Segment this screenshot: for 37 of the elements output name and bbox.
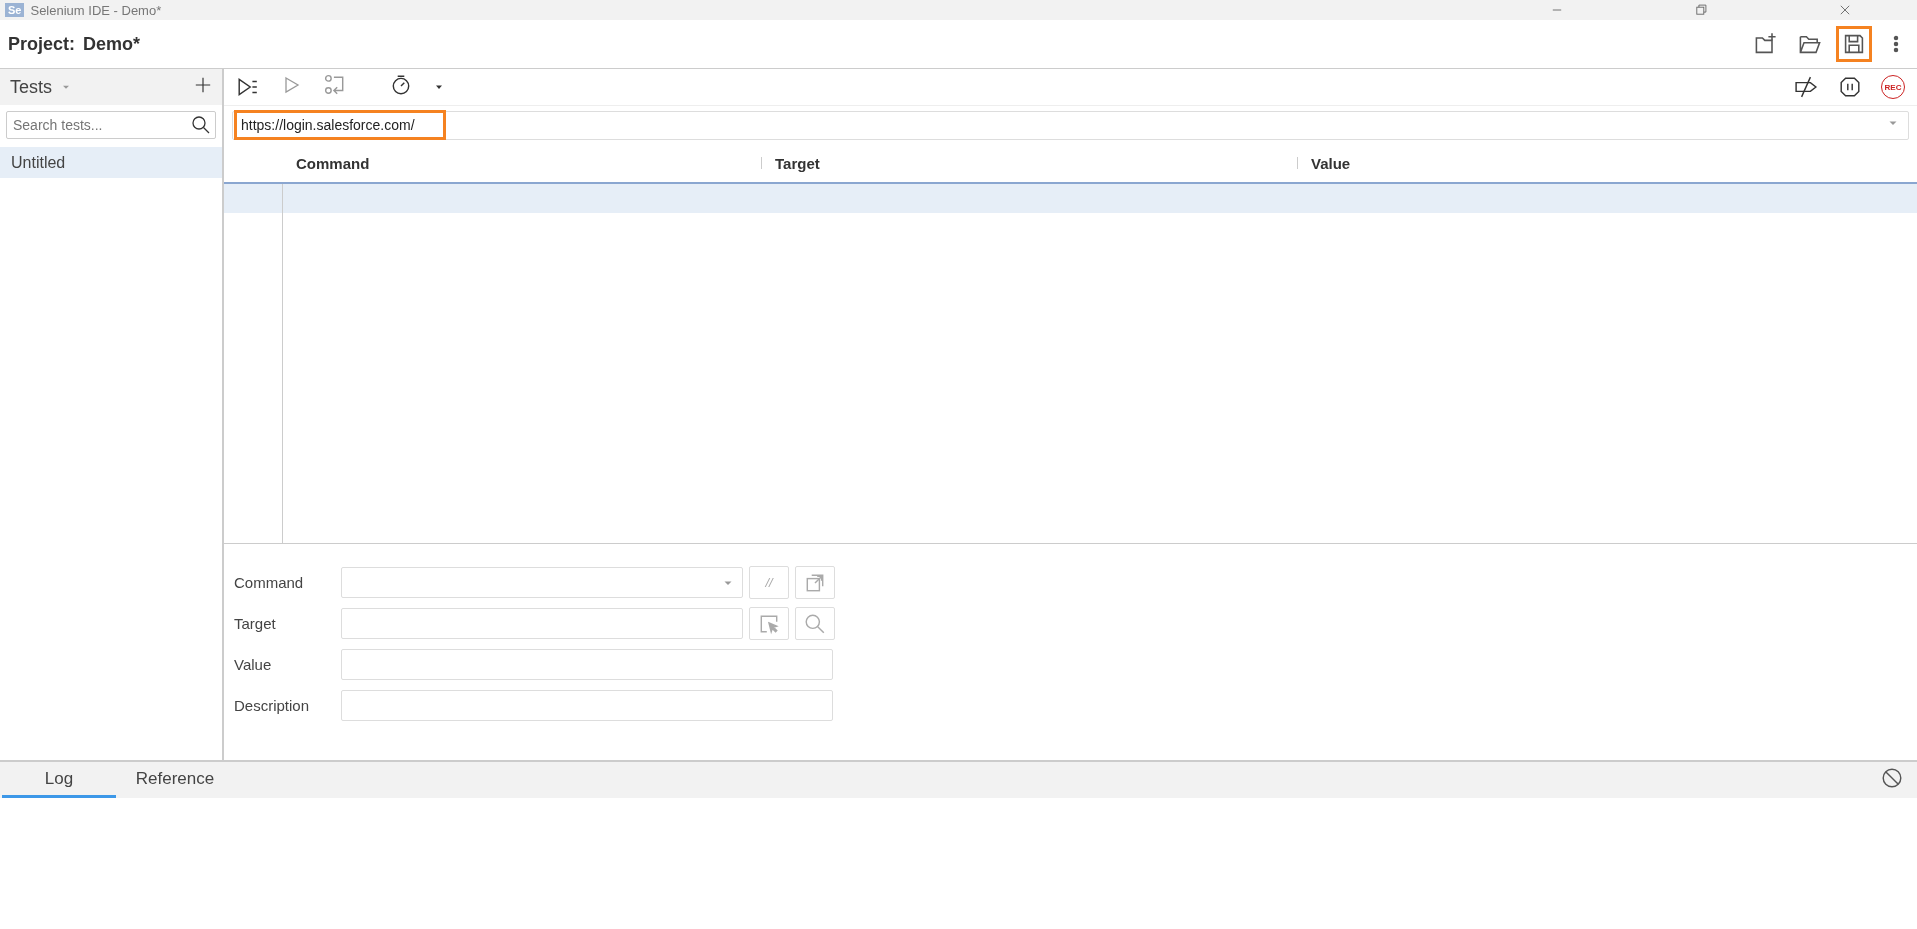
folder-plus-icon xyxy=(1754,32,1778,56)
test-item[interactable]: Untitled xyxy=(0,147,222,178)
project-name[interactable]: Demo* xyxy=(83,33,141,55)
column-header[interactable]: Value xyxy=(1311,154,1351,172)
project-label: Project: xyxy=(8,33,76,55)
step-icon[interactable] xyxy=(324,74,346,96)
app-logo: Se xyxy=(5,3,25,17)
timer-icon[interactable] xyxy=(390,74,412,96)
search-field[interactable]: Search tests... xyxy=(6,111,216,139)
field-label: Target xyxy=(234,615,277,632)
search-icon xyxy=(191,115,211,135)
record-button[interactable]: REC xyxy=(1881,75,1905,99)
save-button[interactable] xyxy=(1839,29,1869,59)
input-field[interactable] xyxy=(341,690,833,721)
find-button[interactable] xyxy=(795,607,835,640)
select-target-button[interactable] xyxy=(749,607,789,640)
search-icon xyxy=(804,612,826,635)
panel-tab[interactable]: Log xyxy=(2,762,116,798)
restore-icon[interactable] xyxy=(1694,3,1708,17)
column-header[interactable]: Command xyxy=(296,154,370,172)
disable-breakpoints-icon[interactable] xyxy=(1793,76,1819,98)
panel-tab[interactable]: Reference xyxy=(118,762,232,798)
run-all-icon[interactable] xyxy=(236,76,260,98)
clear-log-icon[interactable] xyxy=(1881,767,1903,789)
add-icon[interactable] xyxy=(194,76,212,94)
input-field[interactable] xyxy=(341,649,833,680)
close-icon[interactable] xyxy=(1838,3,1852,17)
base-url-field[interactable]: https://login.salesforce.com/ xyxy=(232,110,1909,140)
field-label: Value xyxy=(234,656,273,673)
pause-icon[interactable] xyxy=(1839,76,1861,98)
input-field[interactable] xyxy=(341,608,743,639)
tests-dropdown[interactable]: Tests xyxy=(10,76,72,98)
field-label: Description xyxy=(234,697,311,714)
field-label: Command xyxy=(234,574,305,591)
window-title: Selenium IDE - Demo* xyxy=(30,2,162,18)
open-window-button[interactable] xyxy=(795,566,835,599)
column-header[interactable]: Target xyxy=(775,154,820,172)
